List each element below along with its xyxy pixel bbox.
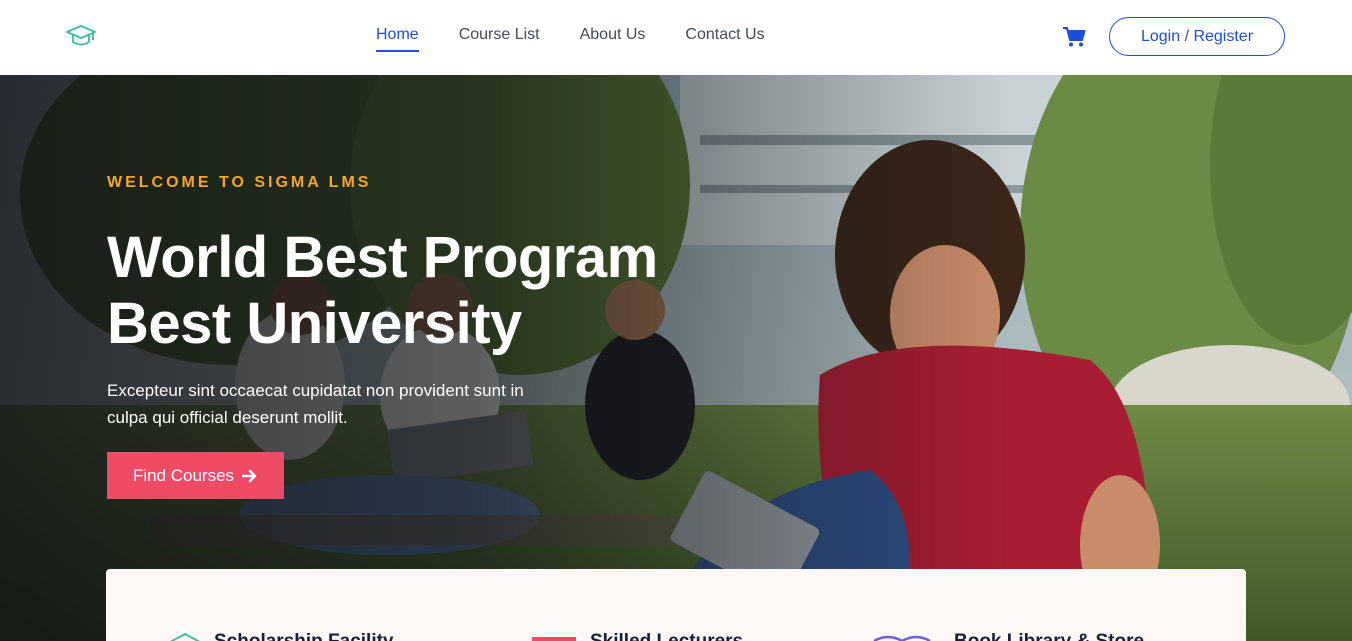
graduation-cap-icon <box>66 25 96 46</box>
cart-button[interactable] <box>1062 26 1086 48</box>
feature-lecturers: Skilled Lecturers <box>532 631 743 641</box>
feature-label: Skilled Lecturers <box>590 631 743 641</box>
logo[interactable] <box>64 22 98 52</box>
arrow-right-icon <box>242 469 257 482</box>
login-register-button[interactable]: Login / Register <box>1109 17 1285 56</box>
feature-scholarship: Scholarship Facility <box>170 631 394 641</box>
hero-title-line-1: World Best Program <box>107 225 658 290</box>
feature-panel: Scholarship Facility Skilled Lecturers B… <box>106 569 1246 641</box>
nav-course-list[interactable]: Course List <box>459 26 540 52</box>
nav-about-us[interactable]: About Us <box>580 26 646 52</box>
find-courses-button[interactable]: Find Courses <box>107 452 284 499</box>
hero-description: Excepteur sint occaecat cupidatat non pr… <box>107 381 524 427</box>
library-icon <box>873 635 931 641</box>
feature-label: Book Library & Store <box>954 631 1144 641</box>
hero-title: World Best Program Best University <box>107 225 727 357</box>
hero-overlay <box>0 75 1352 641</box>
hero-eyebrow: WELCOME TO SIGMA LMS <box>107 174 372 191</box>
hero-section: WELCOME TO SIGMA LMS World Best Program … <box>0 75 1352 641</box>
feature-label: Scholarship Facility <box>214 631 394 641</box>
lecturer-icon <box>532 637 576 641</box>
main-nav: Home Course List About Us Contact Us <box>376 26 805 52</box>
nav-home[interactable]: Home <box>376 26 419 52</box>
site-header: Home Course List About Us Contact Us Log… <box>0 0 1352 75</box>
scholarship-icon <box>170 632 200 641</box>
hero-title-line-2: Best University <box>107 291 522 356</box>
find-courses-label: Find Courses <box>132 465 235 485</box>
feature-library: Book Library & Store <box>870 631 1144 641</box>
shopping-cart-icon <box>1063 27 1086 47</box>
nav-contact-us[interactable]: Contact Us <box>685 26 764 52</box>
